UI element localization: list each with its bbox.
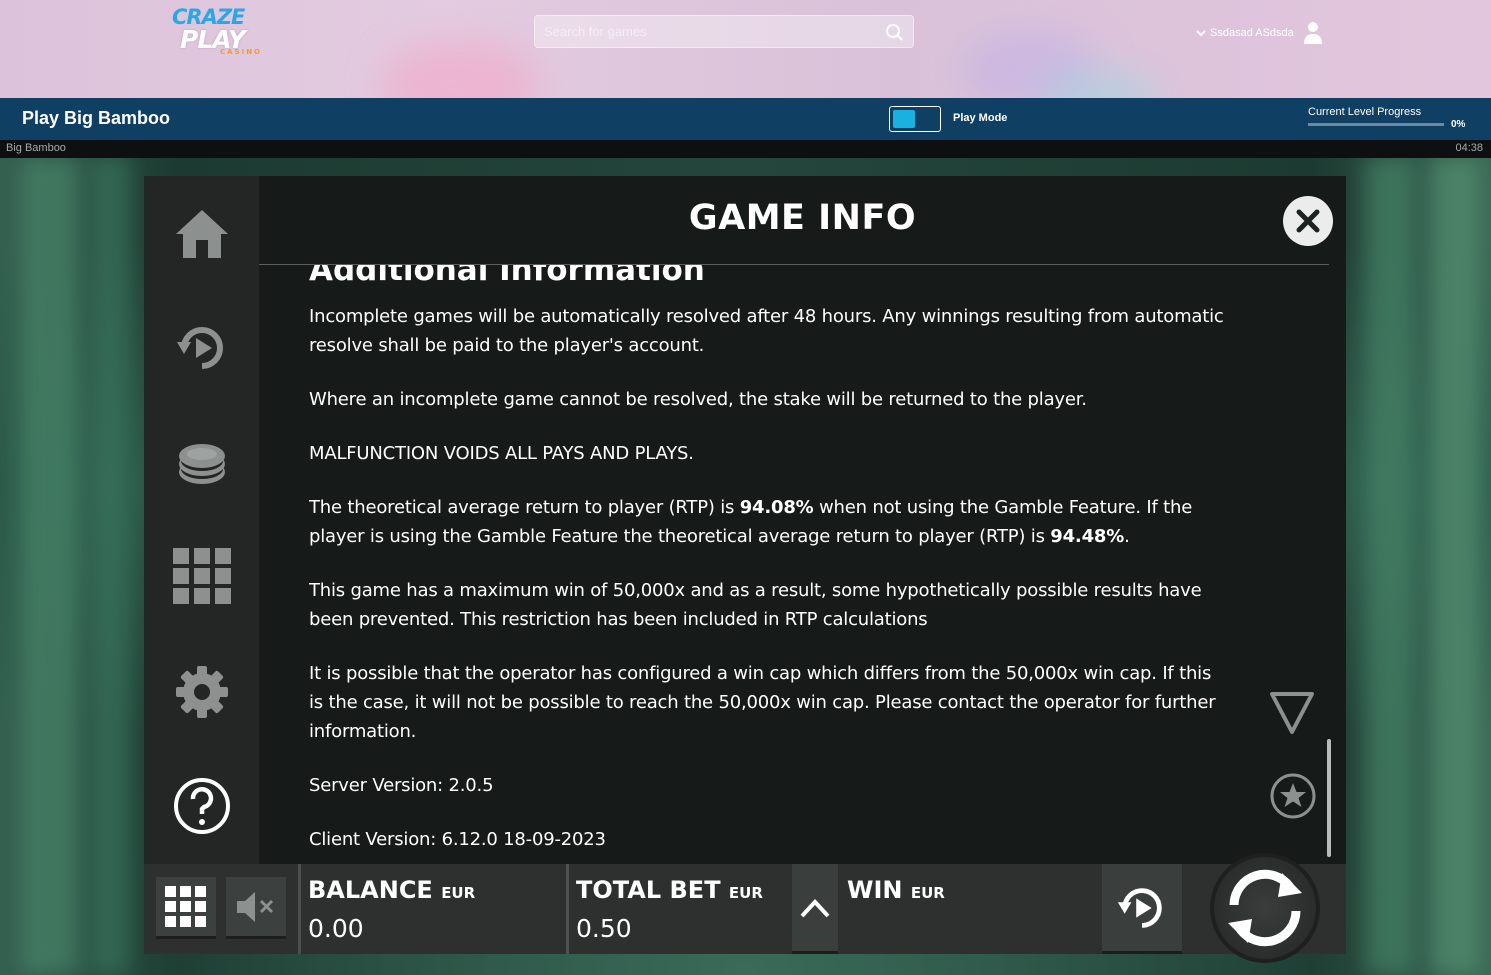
content-scrollbar[interactable] [1327,739,1331,857]
balance-currency: EUR [441,884,476,902]
autoplay-icon [1117,887,1162,928]
home-button[interactable] [172,204,232,264]
win-label: WIN EUR [847,876,945,904]
rtp-value: 94.08% [739,497,814,518]
settings-button[interactable] [172,662,232,722]
bar-separator [298,864,301,954]
background-glow [380,40,540,98]
chevron-down-icon [1196,30,1206,37]
bar-separator [566,864,569,954]
menu-button[interactable] [156,877,216,939]
info-content[interactable]: Additional Information Incomplete games … [309,265,1229,864]
total-bet-label-text: TOTAL BET [576,876,721,904]
level-progress-bar [1308,123,1444,126]
home-icon [176,210,228,258]
toggle-knob [893,110,915,128]
info-paragraph: It is possible that the operator has con… [309,663,1216,742]
level-progress-label: Current Level Progress [1308,106,1422,118]
site-header: CRAZE PLAY CASINO Ssdasad ASdsda [0,0,1491,98]
close-button[interactable] [1283,196,1333,246]
grid-icon [173,548,231,604]
info-paragraph: Where an incomplete game cannot be resol… [309,389,1087,410]
balance-label: BALANCE EUR [308,876,475,904]
user-menu[interactable]: Ssdasad ASdsda [1196,20,1323,46]
coins-icon [179,444,225,484]
scroll-down-icon[interactable] [1268,688,1316,736]
page-title: Play Big Bamboo [22,108,171,128]
gear-icon [176,666,228,718]
background-bamboo [20,158,80,975]
coins-button[interactable] [172,432,232,492]
craze-play-logo[interactable]: CRAZE PLAY CASINO [172,6,263,60]
side-menu [144,176,259,864]
balance-label-text: BALANCE [308,876,433,904]
win-currency: EUR [910,884,945,902]
game-area: GAME INFO Additional Information Incompl… [0,158,1491,975]
game-strip: Big Bamboo 04:38 [0,140,1491,158]
background-bamboo [1430,158,1480,975]
play-mode-toggle[interactable] [889,106,941,132]
user-name: Ssdasad ASdsda [1210,27,1294,39]
win-label-text: WIN [847,876,903,904]
sound-muted-icon [237,891,274,922]
total-bet-currency: EUR [728,884,763,902]
dialog-title: GAME INFO [688,198,917,238]
section-heading: Additional Information [309,265,1229,285]
spin-icon [1228,869,1302,947]
paytable-button[interactable] [172,546,232,606]
favorite-star-icon[interactable] [1269,772,1317,820]
total-bet-value: 0.50 [576,914,632,943]
game-info-dialog: GAME INFO Additional Information Incompl… [144,176,1346,963]
search-icon[interactable] [885,23,903,41]
help-button[interactable] [172,776,232,836]
autoplay-icon [177,327,223,369]
rtp-paragraph: The theoretical average return to player… [309,493,1229,551]
autoplay-button[interactable] [172,318,232,378]
background-bamboo [1365,158,1415,975]
mute-button[interactable] [226,877,286,939]
autoplay-button[interactable] [1102,864,1182,954]
search-input[interactable] [535,16,865,47]
info-paragraph: MALFUNCTION VOIDS ALL PAYS AND PLAYS. [309,443,694,464]
logo-text-3: CASINO [220,48,263,56]
info-paragraph: This game has a maximum win of 50,000x a… [309,580,1202,630]
rtp-gamble-value: 94.48% [1050,526,1125,547]
game-name: Big Bamboo [6,142,66,154]
clock: 04:38 [1455,142,1483,154]
section-heading-text: Additional Information [309,265,705,285]
user-icon [1303,22,1322,44]
client-version: Client Version: 6.12.0 18-09-2023 [309,829,606,850]
total-bet-label: TOTAL BET EUR [576,876,763,904]
server-version: Server Version: 2.0.5 [309,775,494,796]
spin-button[interactable] [1210,853,1320,963]
rtp-text: . [1124,526,1130,547]
level-progress-value: 0% [1451,119,1466,130]
background-bamboo [90,158,130,975]
info-paragraph: Incomplete games will be automatically r… [309,306,1224,356]
close-icon [1296,209,1320,233]
help-icon [174,778,230,834]
title-bar: Play Big Bamboo Play Mode Current Level … [0,98,1491,140]
play-mode-label: Play Mode [953,112,1008,124]
control-bar: BALANCE EUR 0.00 TOTAL BET EUR 0.50 WIN … [144,853,1346,963]
rtp-text: The theoretical average return to player… [309,497,740,518]
grid-icon [165,885,206,927]
balance-value: 0.00 [308,914,364,943]
chevron-up-icon [800,898,830,917]
bet-up-button[interactable] [792,864,838,954]
search-box [534,15,914,48]
